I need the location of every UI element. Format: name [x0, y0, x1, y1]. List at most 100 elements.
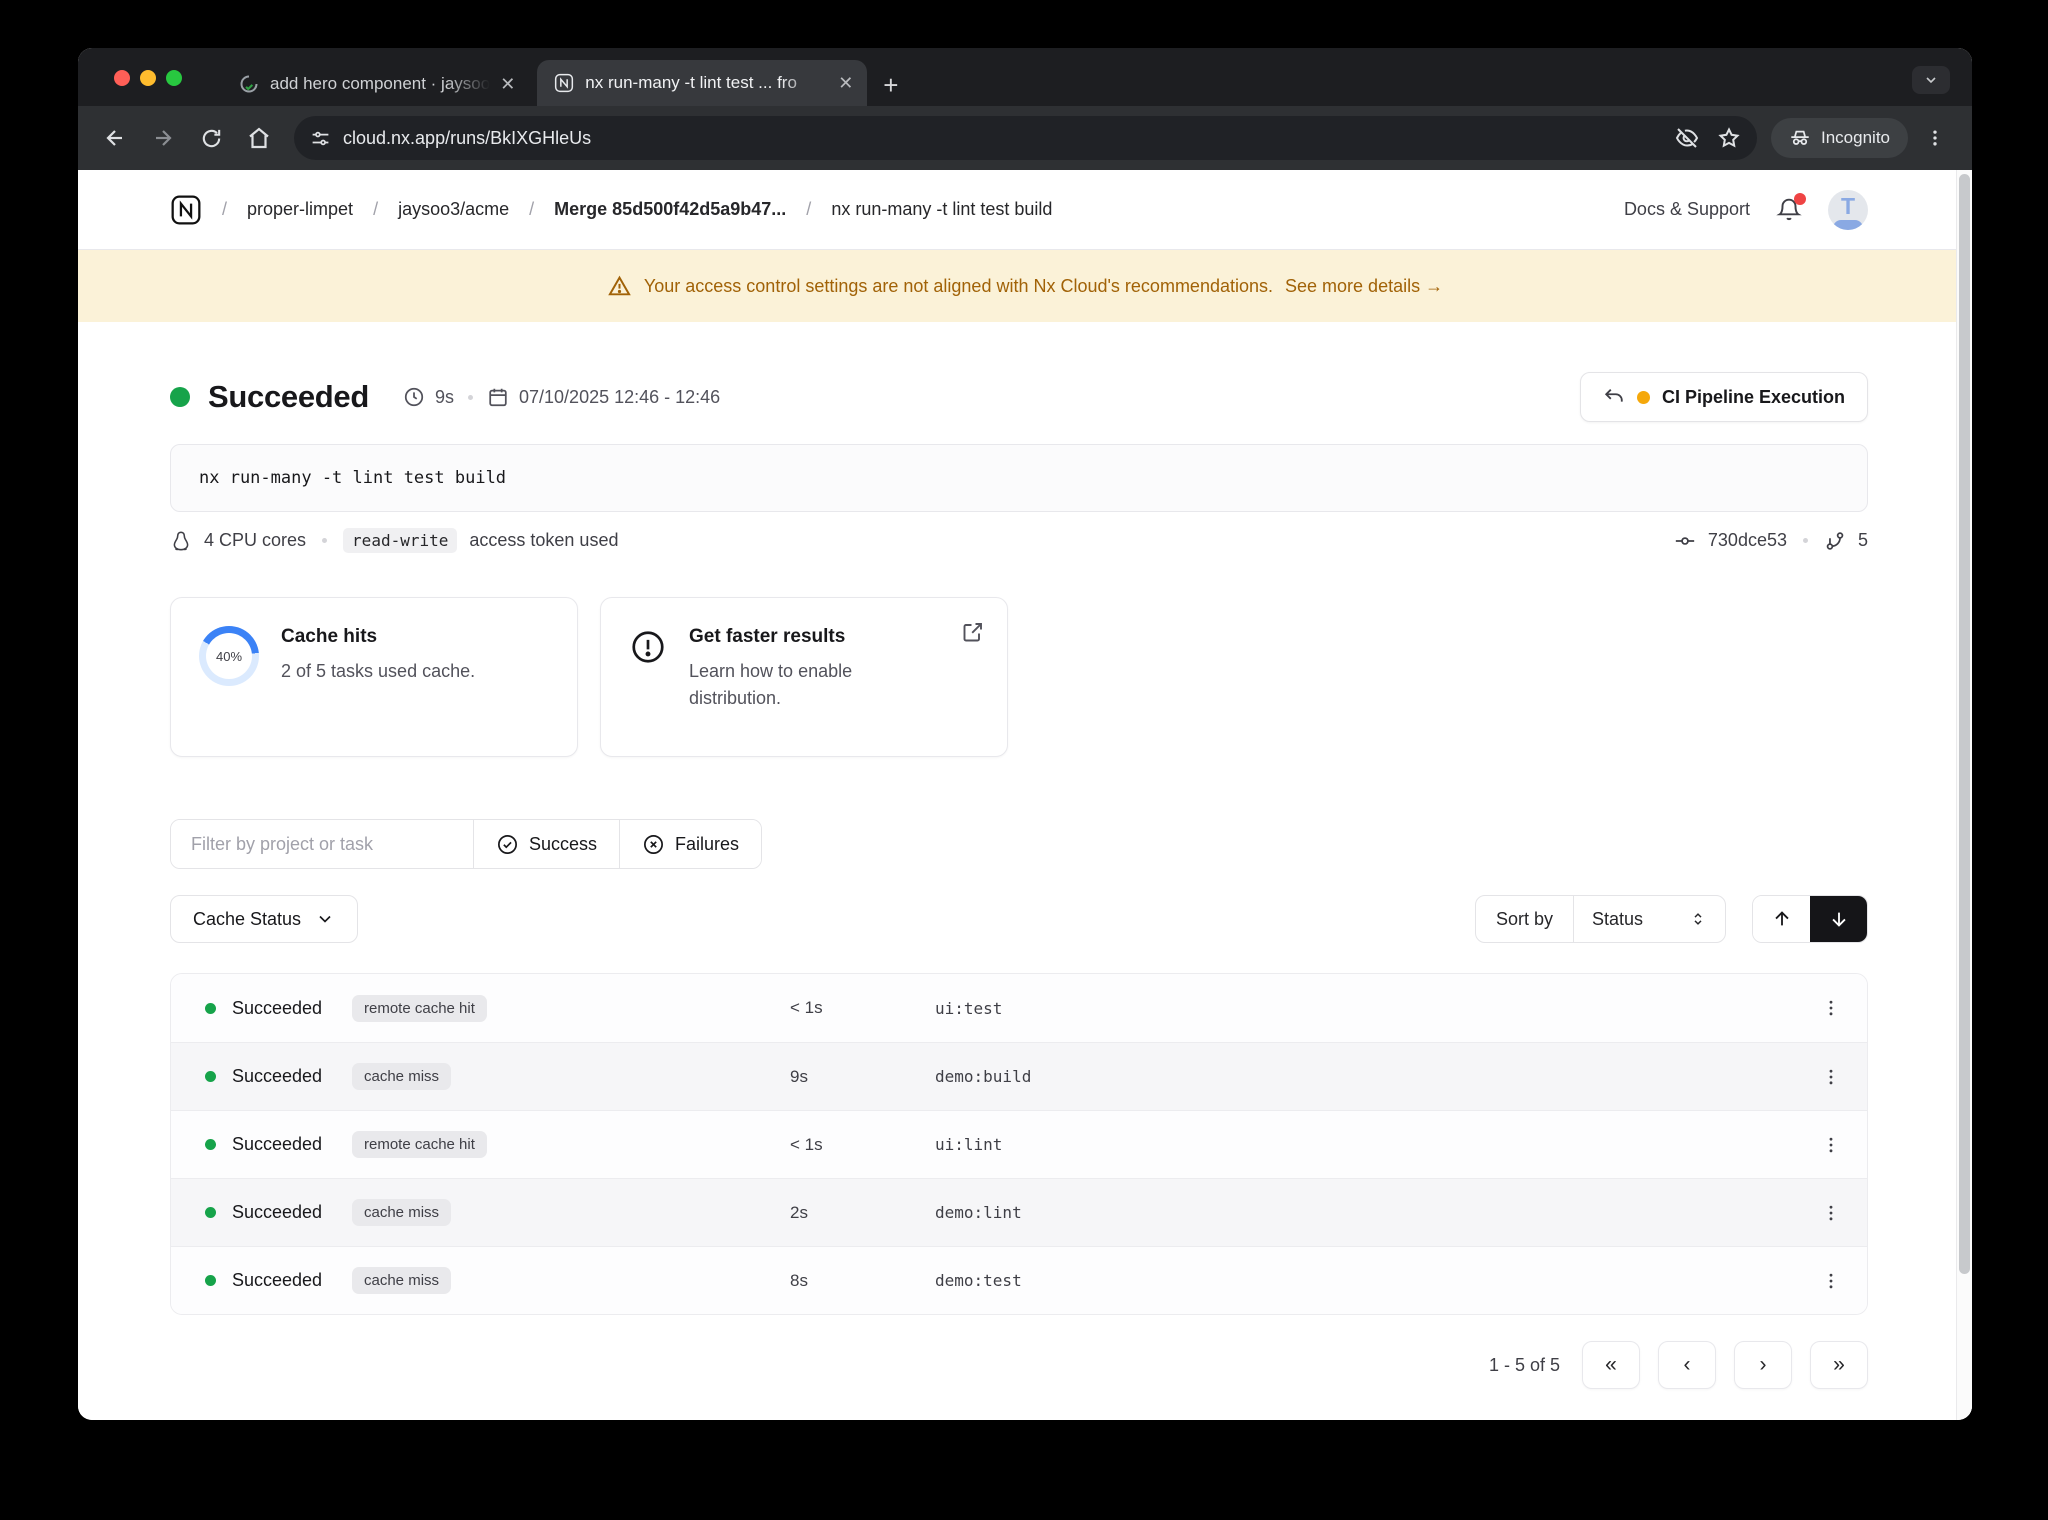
previous-page-button[interactable]: ‹: [1658, 1341, 1716, 1389]
sort-direction-group: [1752, 895, 1868, 943]
reload-button[interactable]: [190, 117, 232, 159]
sort-select[interactable]: Status: [1572, 896, 1725, 942]
git-branch-icon: [1824, 530, 1846, 552]
breadcrumb-separator: /: [373, 199, 379, 219]
pagination-label: 1 - 5 of 5: [1488, 1354, 1560, 1375]
sort-descending-button[interactable]: [1810, 896, 1867, 942]
avatar[interactable]: T: [1828, 189, 1868, 230]
row-menu-kebab-icon[interactable]: [1795, 1271, 1867, 1291]
row-menu-kebab-icon[interactable]: [1795, 1067, 1867, 1087]
chevron-up-down-icon: [1689, 910, 1707, 928]
nx-logo-icon[interactable]: [170, 194, 202, 226]
cache-status-badge: cache miss: [352, 1063, 452, 1090]
tab-title: nx run-many -t lint test ... fro: [585, 73, 797, 92]
maximize-window-button[interactable]: [166, 70, 182, 86]
row-duration: < 1s: [790, 998, 823, 1017]
table-row[interactable]: Succeeded cache miss 2s demo:lint: [171, 1178, 1867, 1246]
breadcrumb-workspace[interactable]: proper-limpet: [247, 199, 353, 220]
notifications-bell-icon[interactable]: [1776, 192, 1806, 223]
status-dot: [205, 1002, 216, 1014]
address-bar[interactable]: cloud.nx.app/runs/BkIXGHleUs: [294, 116, 1757, 160]
calendar-icon: [487, 386, 509, 408]
tab-search-chevron-button[interactable]: [1912, 66, 1950, 94]
tab-close-icon[interactable]: ✕: [500, 75, 515, 93]
tab-title: add hero component · jaysoo: [270, 74, 491, 93]
incognito-badge: Incognito: [1771, 118, 1908, 158]
external-link-icon[interactable]: [961, 620, 985, 644]
row-duration: 8s: [790, 1270, 808, 1290]
banner-link[interactable]: See more details →: [1285, 276, 1443, 297]
task-graph-count[interactable]: 5: [1858, 530, 1868, 551]
cache-hits-donut: 40%: [199, 626, 259, 686]
back-button[interactable]: [94, 117, 136, 159]
forward-button[interactable]: [142, 117, 184, 159]
site-settings-icon[interactable]: [310, 128, 331, 149]
linux-penguin-icon: [170, 530, 192, 552]
breadcrumb-repo[interactable]: jaysoo3/acme: [398, 199, 509, 220]
row-menu-kebab-icon[interactable]: [1795, 1203, 1867, 1223]
row-menu-kebab-icon[interactable]: [1795, 998, 1867, 1018]
faster-results-card[interactable]: Get faster results Learn how to enable d…: [600, 597, 1008, 757]
filter-bar: Success Failures: [170, 819, 762, 869]
window-controls[interactable]: [114, 70, 182, 86]
command-box: nx run-many -t lint test build: [170, 444, 1868, 512]
status-dot: [205, 1207, 216, 1218]
cache-status-badge: cache miss: [352, 1267, 452, 1294]
table-row[interactable]: Succeeded cache miss 8s demo:test: [171, 1246, 1867, 1314]
first-page-button[interactable]: «: [1582, 1341, 1640, 1389]
row-duration: 2s: [790, 1202, 808, 1222]
success-filter-button[interactable]: Success: [472, 820, 619, 868]
row-menu-kebab-icon[interactable]: [1795, 1135, 1867, 1155]
row-task[interactable]: demo:lint: [935, 1203, 1795, 1222]
row-task[interactable]: ui:test: [935, 999, 1795, 1018]
minimize-window-button[interactable]: [140, 70, 156, 86]
close-window-button[interactable]: [114, 70, 130, 86]
cache-hits-card[interactable]: 40% Cache hits 2 of 5 tasks used cache.: [170, 597, 578, 757]
breadcrumb-separator: /: [806, 199, 812, 219]
browser-menu-kebab[interactable]: [1914, 117, 1956, 159]
incognito-icon: [1789, 127, 1811, 149]
tab-close-icon[interactable]: ✕: [838, 74, 853, 92]
row-task[interactable]: ui:lint: [935, 1135, 1795, 1154]
commit-hash[interactable]: 730dce53: [1708, 530, 1787, 551]
row-task[interactable]: demo:test: [935, 1271, 1795, 1290]
breadcrumb-run[interactable]: nx run-many -t lint test build: [831, 199, 1052, 220]
breadcrumb-separator: /: [529, 199, 535, 219]
chevron-down-icon: [315, 909, 335, 929]
status-dot: [205, 1275, 216, 1286]
filter-input[interactable]: [171, 820, 473, 868]
last-page-button[interactable]: »: [1810, 1341, 1868, 1389]
tab-github-pr[interactable]: add hero component · jaysoo ✕: [222, 62, 529, 106]
next-page-button[interactable]: ›: [1734, 1341, 1792, 1389]
cache-card-title: Cache hits: [281, 626, 378, 647]
table-row[interactable]: Succeeded remote cache hit < 1s ui:lint: [171, 1110, 1867, 1178]
url-text[interactable]: cloud.nx.app/runs/BkIXGHleUs: [343, 128, 591, 149]
browser-window: add hero component · jaysoo ✕ nx run-man…: [78, 48, 1972, 1420]
avatar-body-shape: [1833, 219, 1863, 230]
table-row[interactable]: Succeeded remote cache hit < 1s ui:test: [171, 974, 1867, 1042]
eye-off-icon[interactable]: [1675, 126, 1699, 150]
docs-support-link[interactable]: Docs & Support: [1624, 199, 1750, 220]
banner-message: Your access control settings are not ali…: [643, 275, 1274, 296]
bookmark-star-icon[interactable]: [1717, 126, 1741, 150]
new-tab-button[interactable]: +: [883, 72, 898, 98]
pipeline-label: CI Pipeline Execution: [1661, 386, 1845, 407]
tab-nx-run[interactable]: nx run-many -t lint test ... fro ✕: [537, 60, 868, 106]
cache-status-dropdown[interactable]: Cache Status: [170, 895, 359, 943]
ci-pipeline-execution-button[interactable]: CI Pipeline Execution: [1579, 372, 1868, 422]
sort-by-group: Sort by Status: [1474, 895, 1726, 943]
sort-ascending-button[interactable]: [1753, 896, 1810, 942]
scrollbar-thumb[interactable]: [1959, 174, 1970, 1274]
status-dot: [205, 1071, 216, 1082]
cache-percent-label: 40%: [206, 633, 252, 679]
row-status-label: Succeeded: [232, 1066, 323, 1086]
table-row[interactable]: Succeeded cache miss 9s demo:build: [171, 1042, 1867, 1110]
dot-separator: [322, 538, 328, 543]
home-button[interactable]: [238, 117, 280, 159]
run-header: Succeeded 9s 07/10/2025 12:46 - 12:46 CI…: [170, 372, 1868, 422]
row-task[interactable]: demo:build: [935, 1067, 1795, 1086]
failures-filter-button[interactable]: Failures: [618, 820, 761, 868]
faster-card-subtitle: Learn how to enable distribution.: [689, 661, 853, 708]
page-scrollbar[interactable]: [1956, 170, 1972, 1420]
breadcrumb-commit[interactable]: Merge 85d500f42d5a9b47...: [554, 199, 786, 220]
